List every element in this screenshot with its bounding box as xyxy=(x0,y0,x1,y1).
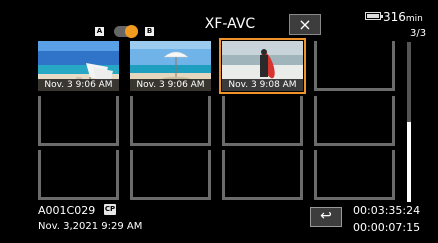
slot-b-label: B xyxy=(145,27,154,36)
empty-slot xyxy=(314,150,395,200)
return-icon: ↩ xyxy=(320,208,332,224)
clip-datetime: Nov. 3,2021 9:29 AM xyxy=(38,221,143,232)
empty-slot xyxy=(222,96,303,146)
page-indicator: 3/3 xyxy=(410,28,427,39)
toggle-knob xyxy=(125,25,138,38)
thumbnail-caption: Nov. 3 9:06 AM xyxy=(38,79,119,91)
empty-slot xyxy=(38,96,119,146)
scrollbar-thumb[interactable] xyxy=(407,122,411,202)
slot-toggle[interactable] xyxy=(114,25,138,38)
empty-slot xyxy=(130,96,211,146)
battery-remaining: 316min xyxy=(383,10,423,24)
slot-a-label: A xyxy=(95,27,104,36)
total-time: 00:03:35:24 xyxy=(353,204,421,217)
thumbnail-caption: Nov. 3 9:06 AM xyxy=(130,79,211,91)
return-button[interactable]: ↩ xyxy=(310,207,342,227)
clip-duration: 00:00:07:15 xyxy=(353,221,421,234)
empty-slot xyxy=(38,150,119,200)
empty-slot xyxy=(130,150,211,200)
thumbnail-3[interactable]: Nov. 3 9:08 AM xyxy=(219,38,306,94)
cp-badge: CP xyxy=(104,204,116,215)
page-title: XF-AVC xyxy=(204,16,256,32)
thumbnail-1[interactable]: Nov. 3 9:06 AM xyxy=(38,41,119,91)
thumbnail-2[interactable]: Nov. 3 9:06 AM xyxy=(130,41,211,91)
battery-unit: min xyxy=(405,14,423,24)
close-button[interactable]: × xyxy=(289,14,321,35)
battery-minutes: 316 xyxy=(383,10,406,24)
scrollbar-track[interactable] xyxy=(407,42,411,202)
empty-slot xyxy=(314,41,395,91)
empty-slot xyxy=(222,150,303,200)
empty-slot xyxy=(314,96,395,146)
battery-icon xyxy=(365,12,383,20)
thumbnail-caption: Nov. 3 9:08 AM xyxy=(222,79,303,91)
clip-name: A001C029 xyxy=(38,204,96,217)
